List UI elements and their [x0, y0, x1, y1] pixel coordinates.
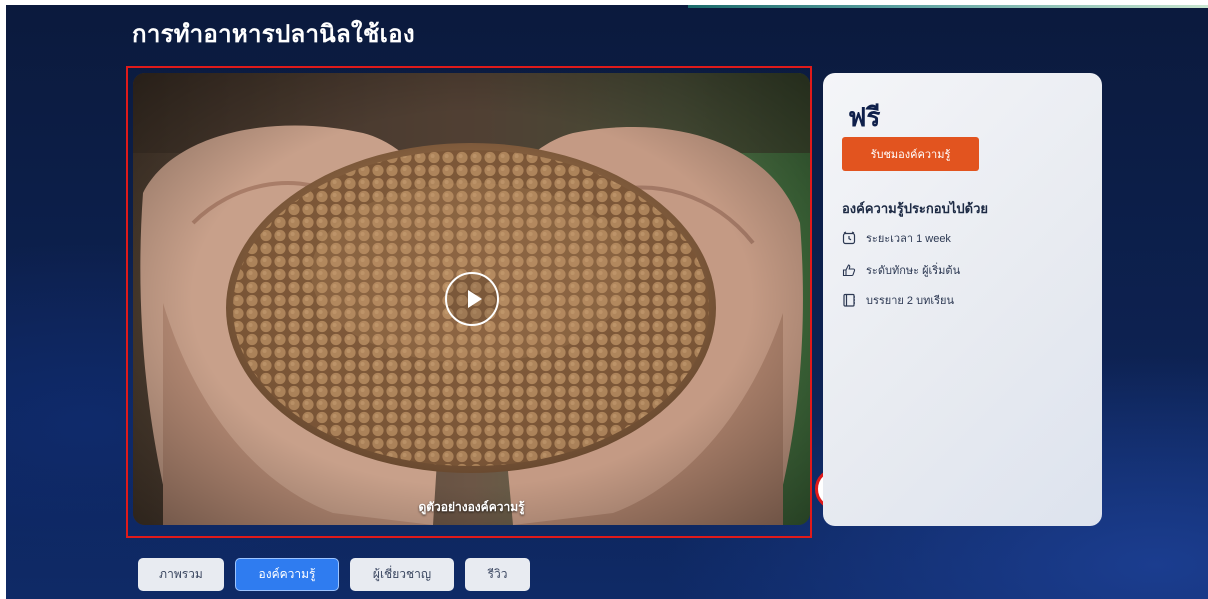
- feature-lectures-label: บรรยาย 2 บทเรียน: [866, 295, 954, 307]
- price-label: ฟรี: [848, 102, 881, 132]
- page-title: การทำอาหารปลานิลใช้เอง: [132, 21, 415, 48]
- includes-heading: องค์ความรู้ประกอบไปด้วย: [842, 201, 988, 216]
- top-accent-bar: [688, 5, 1208, 8]
- tab-overview[interactable]: ภาพรวม: [138, 558, 224, 591]
- course-tabs: ภาพรวม องค์ความรู้ ผู้เชี่ยวชาญ รีวิว: [138, 558, 530, 591]
- feature-skill-level-label: ระดับทักษะ ผู้เริ่มต้น: [866, 265, 961, 277]
- feature-duration: ระยะเวลา 1 week: [842, 229, 951, 247]
- feature-duration-label: ระยะเวลา 1 week: [866, 233, 951, 245]
- tab-knowledge[interactable]: องค์ความรู้: [235, 558, 339, 591]
- watch-content-button[interactable]: รับชมองค์ความรู้: [842, 137, 979, 171]
- tab-experts[interactable]: ผู้เชี่ยวชาญ: [350, 558, 454, 591]
- thumbs-up-icon: [842, 264, 856, 277]
- tab-reviews[interactable]: รีวิว: [465, 558, 530, 591]
- highlight-box: [126, 66, 812, 538]
- feature-skill-level: ระดับทักษะ ผู้เริ่มต้น: [842, 261, 960, 279]
- notebook-icon: [843, 293, 855, 307]
- feature-lectures: บรรยาย 2 บทเรียน: [842, 291, 954, 309]
- clock-icon: [842, 231, 856, 245]
